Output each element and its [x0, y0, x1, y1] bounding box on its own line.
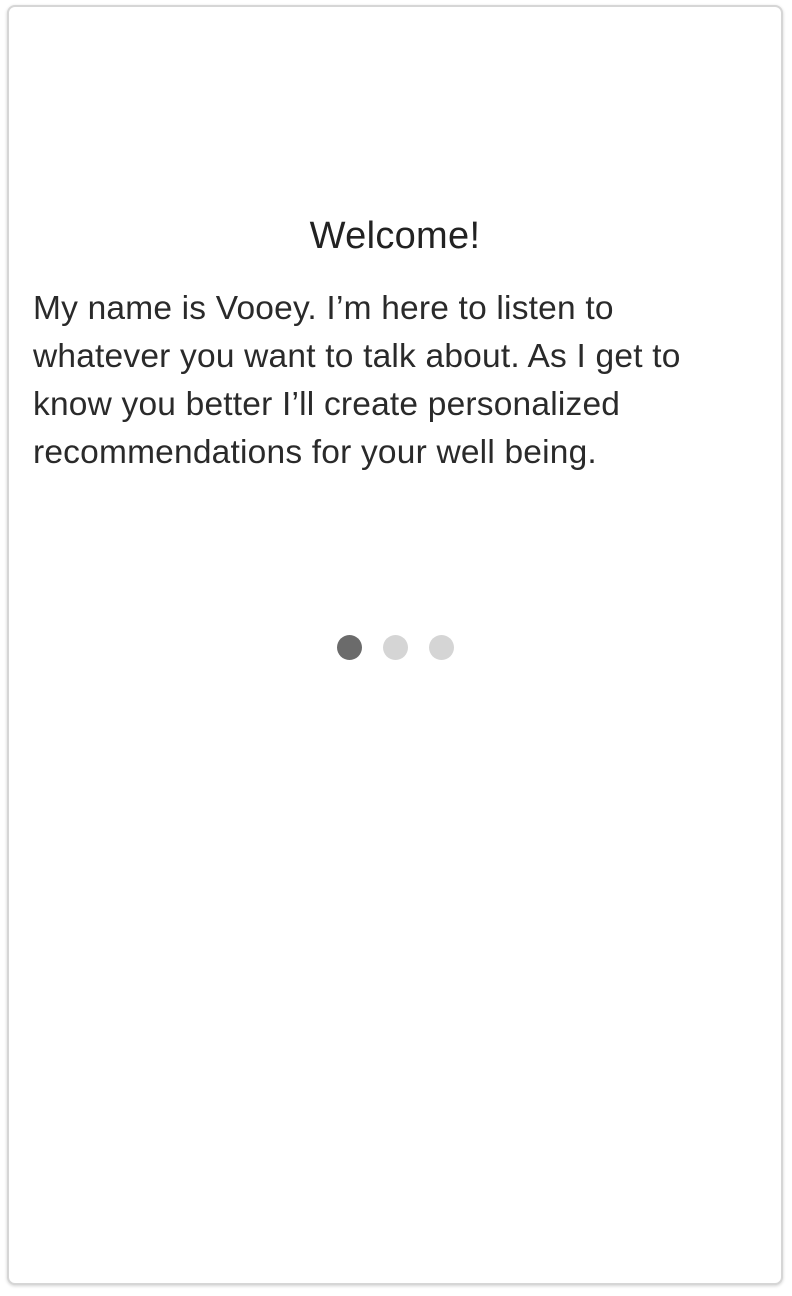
page-dot-1[interactable]: [336, 635, 362, 660]
intro-message: My name is Vooey. I’m here to listen to …: [33, 290, 681, 471]
welcome-title: Welcome!: [309, 215, 481, 257]
page-dot-3[interactable]: [428, 635, 454, 660]
onboarding-card: Welcome! My name is Vooey. I’m here to l…: [7, 5, 783, 1285]
page-dot-2[interactable]: [382, 635, 408, 660]
page-indicator: [9, 635, 781, 660]
